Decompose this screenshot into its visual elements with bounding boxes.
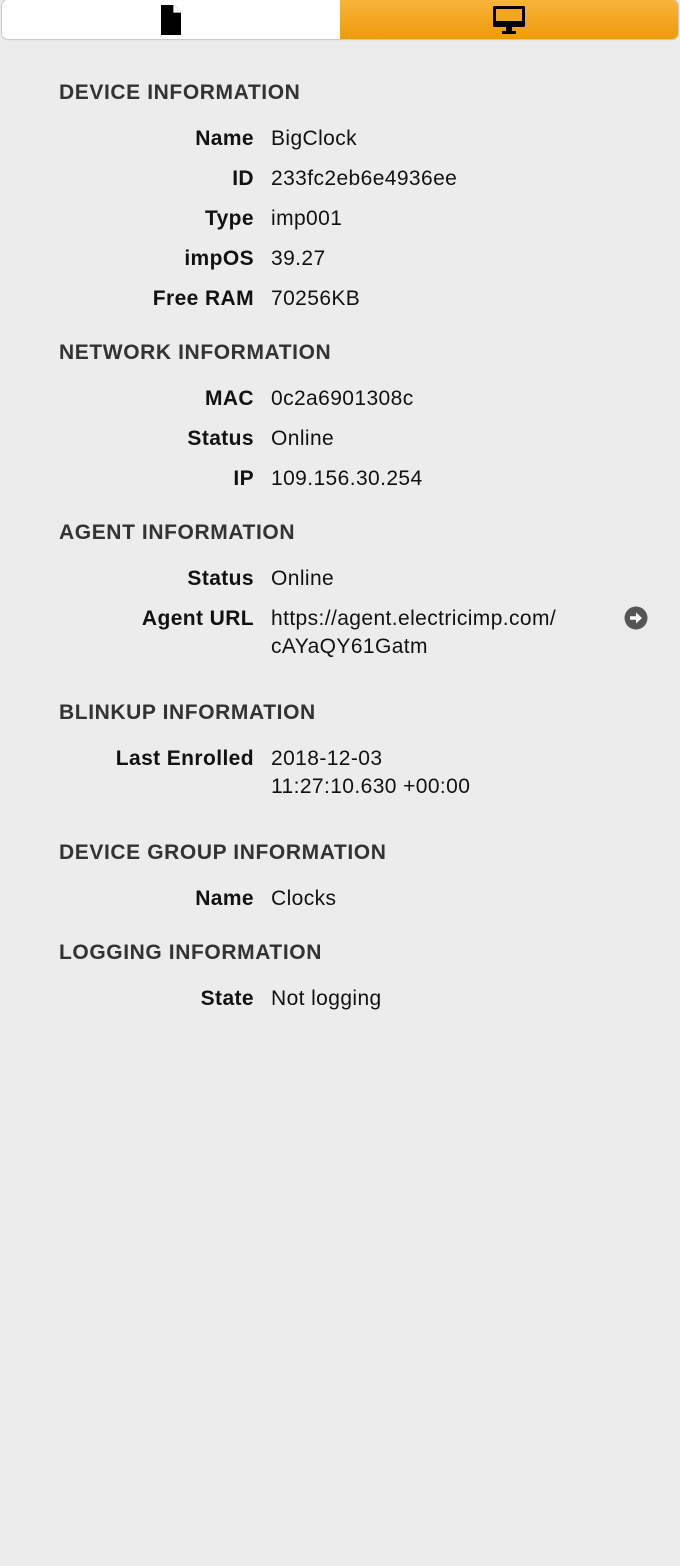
section-title-logging: LOGGING INFORMATION [59,941,322,964]
agent-status-value: Online [271,567,335,590]
field-label: impOS [184,247,254,270]
field-label: Agent URL [141,607,254,630]
monitor-icon [492,5,526,35]
open-agent-url-button[interactable] [624,606,648,630]
field-value: 70256KB [271,285,611,313]
network-mac-value: 0c2a6901308c [271,387,414,410]
device-id-value: 233fc2eb6e4936ee [271,167,458,190]
group-name-value: Clocks [271,887,337,910]
field-value: imp001 [271,205,611,233]
inspector-tab-bar [2,0,678,39]
arrow-circle-right-icon [624,606,648,630]
field-label: State [200,987,254,1010]
section-title-blinkup: BLINKUP INFORMATION [59,701,316,724]
tab-files[interactable] [2,0,340,39]
field-label: Name [195,127,254,150]
field-value: 2018-12-03 11:27:10.630 +00:00 [271,745,611,801]
file-icon [160,4,182,36]
device-name-value: BigClock [271,127,358,150]
field-label: MAC [204,387,254,410]
field-label: Last Enrolled [115,747,254,770]
logging-state-value: Not logging [271,987,382,1010]
field-label: Name [195,887,254,910]
agent-url-line1: https://agent.electricimp.com/ [271,607,557,630]
network-status-value: Online [271,427,335,450]
agent-url-line2: cAYaQY61Gatm [271,635,428,658]
section-title-device: DEVICE INFORMATION [59,81,301,104]
field-value: BigClock [271,125,611,153]
field-value: 233fc2eb6e4936ee [271,165,611,193]
field-value: 109.156.30.254 [271,465,611,493]
field-value: 0c2a6901308c [271,385,611,413]
device-impos-value: 39.27 [271,247,326,270]
field-value: Clocks [271,885,611,913]
section-title-network: NETWORK INFORMATION [59,341,332,364]
field-label: ID [232,167,254,190]
field-label: IP [233,467,254,490]
tab-device[interactable] [340,0,678,39]
enrolled-date: 2018-12-03 [271,747,383,770]
field-label: Status [187,567,254,590]
network-ip-value: 109.156.30.254 [271,467,423,490]
field-label: Free RAM [152,287,254,310]
field-value: Online [271,565,611,593]
device-type-value: imp001 [271,207,343,230]
field-value: Online [271,425,611,453]
section-title-group: DEVICE GROUP INFORMATION [59,841,387,864]
field-label: Status [187,427,254,450]
device-ram-value: 70256KB [271,287,361,310]
field-label: Type [204,207,254,230]
field-value: 39.27 [271,245,611,273]
field-value: Not logging [271,985,611,1013]
agent-url-link[interactable]: https://agent.electricimp.com/ cAYaQY61G… [271,605,611,661]
enrolled-time: 11:27:10.630 +00:00 [271,775,471,798]
section-title-agent: AGENT INFORMATION [59,521,296,544]
